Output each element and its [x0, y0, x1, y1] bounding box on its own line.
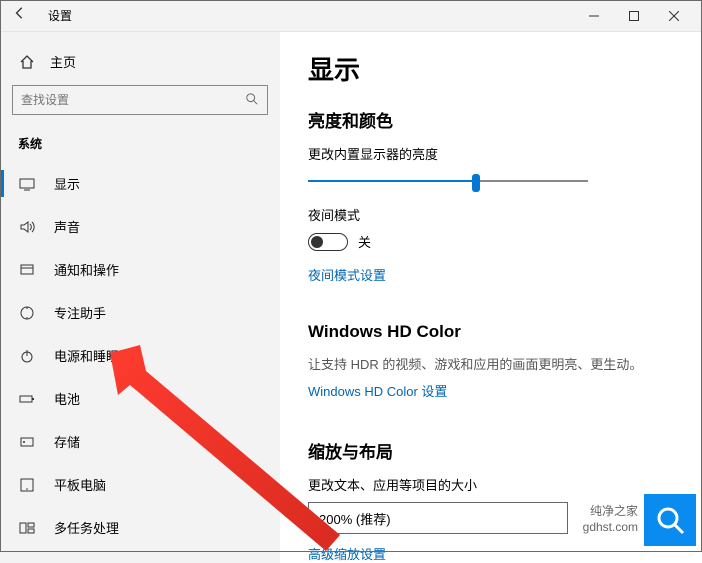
sidebar-item-notifications[interactable]: 通知和操作	[0, 248, 280, 291]
night-mode-toggle[interactable]	[308, 233, 348, 251]
slider-thumb[interactable]	[472, 174, 480, 192]
night-mode-state: 关	[358, 232, 371, 251]
window-title: 设置	[48, 7, 72, 24]
sidebar-item-label: 电池	[54, 389, 80, 408]
battery-icon	[18, 391, 36, 407]
sidebar-item-label: 平板电脑	[54, 475, 106, 494]
scale-dropdown[interactable]: 200% (推荐)	[308, 502, 568, 534]
sidebar-item-label: 声音	[54, 217, 80, 236]
sidebar-item-power[interactable]: 电源和睡眠	[0, 334, 280, 377]
maximize-button[interactable]	[614, 0, 654, 32]
search-icon	[245, 92, 259, 109]
watermark-line2: gdhst.com	[583, 520, 638, 536]
sidebar-item-storage[interactable]: 存储	[0, 420, 280, 463]
watermark-logo	[644, 494, 696, 546]
brightness-slider[interactable]	[308, 171, 588, 191]
scale-section-header: 缩放与布局	[308, 438, 702, 463]
sidebar-home[interactable]: 主页	[0, 46, 280, 85]
night-mode-settings-link[interactable]: 夜间模式设置	[308, 265, 702, 284]
sidebar: 主页 系统 显示 声音	[0, 32, 280, 563]
tablet-icon	[18, 477, 36, 493]
minimize-button[interactable]	[574, 0, 614, 32]
home-label: 主页	[50, 52, 76, 71]
night-mode-label: 夜间模式	[308, 205, 702, 224]
notification-icon	[18, 262, 36, 278]
hdr-section-header: Windows HD Color	[308, 322, 702, 342]
page-title: 显示	[308, 50, 702, 87]
scale-label: 更改文本、应用等项目的大小	[308, 475, 702, 494]
slider-fill	[308, 180, 476, 182]
scale-value: 200% (推荐)	[319, 509, 391, 528]
sidebar-item-label: 通知和操作	[54, 260, 119, 279]
sidebar-section-header: 系统	[0, 129, 280, 162]
sidebar-item-label: 多任务处理	[54, 518, 119, 537]
search-input[interactable]	[21, 93, 245, 107]
content-pane: 显示 亮度和颜色 更改内置显示器的亮度 夜间模式 关 夜间模式设置 Window…	[280, 32, 702, 563]
advanced-scale-link[interactable]: 高级缩放设置	[308, 544, 702, 563]
brightness-label: 更改内置显示器的亮度	[308, 144, 702, 163]
sidebar-item-display[interactable]: 显示	[0, 162, 280, 205]
brightness-section-header: 亮度和颜色	[308, 107, 702, 132]
titlebar: 设置	[0, 0, 702, 32]
search-box[interactable]	[12, 85, 268, 115]
close-button[interactable]	[654, 0, 694, 32]
sidebar-item-label: 显示	[54, 174, 80, 193]
power-icon	[18, 348, 36, 364]
home-icon	[18, 54, 36, 70]
hdr-settings-link[interactable]: Windows HD Color 设置	[308, 381, 702, 400]
multitask-icon	[18, 520, 36, 536]
storage-icon	[18, 434, 36, 450]
sidebar-item-label: 专注助手	[54, 303, 106, 322]
sidebar-item-tablet[interactable]: 平板电脑	[0, 463, 280, 506]
sidebar-item-battery[interactable]: 电池	[0, 377, 280, 420]
sidebar-item-label: 电源和睡眠	[54, 346, 119, 365]
sidebar-item-label: 存储	[54, 432, 80, 451]
focus-icon	[18, 305, 36, 321]
display-icon	[18, 176, 36, 192]
watermark-line1: 纯净之家	[583, 504, 638, 520]
hdr-description: 让支持 HDR 的视频、游戏和应用的画面更明亮、更生动。	[308, 354, 702, 373]
watermark: 纯净之家 gdhst.com	[583, 494, 696, 546]
sidebar-item-focus[interactable]: 专注助手	[0, 291, 280, 334]
toggle-knob	[311, 236, 323, 248]
sidebar-item-sound[interactable]: 声音	[0, 205, 280, 248]
sidebar-item-multitask[interactable]: 多任务处理	[0, 506, 280, 549]
sidebar-nav: 显示 声音 通知和操作 专注助手 电源和睡眠	[0, 162, 280, 549]
sound-icon	[18, 219, 36, 235]
back-button[interactable]	[8, 6, 32, 25]
